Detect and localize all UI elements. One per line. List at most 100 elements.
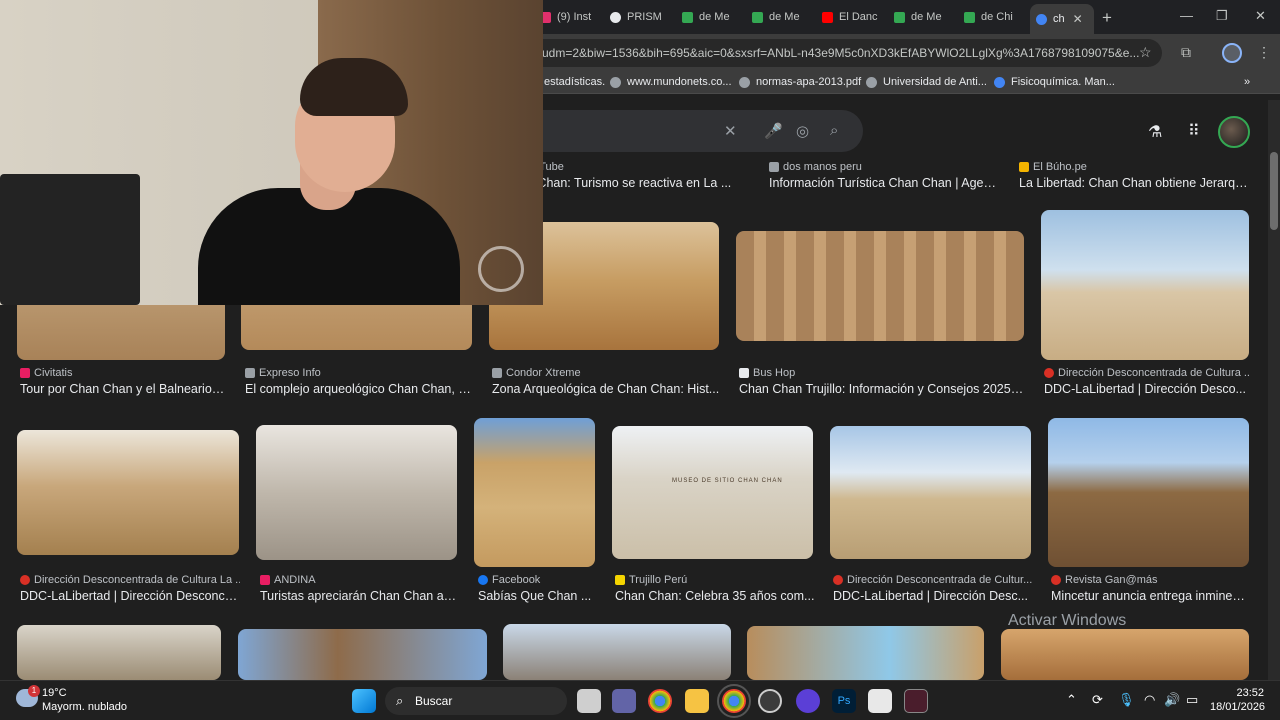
site-icon (245, 368, 255, 378)
mic-icon[interactable]: 🎤 (764, 122, 783, 140)
result-source: Trujillo Perú (615, 574, 815, 586)
bookmark-item[interactable]: www.mundonets.co... (610, 76, 732, 88)
result-title[interactable]: DDC-LaLibertad | Dirección Desco... (1044, 382, 1249, 396)
clock-time: 23:52 (1236, 687, 1264, 699)
result-image[interactable] (1041, 210, 1249, 360)
result-image[interactable] (830, 426, 1031, 559)
more-bookmarks-icon[interactable]: » (1244, 76, 1250, 88)
site-icon (833, 575, 843, 585)
result-image[interactable] (238, 629, 487, 680)
result-title[interactable]: Zona Arqueológica de Chan Chan: Hist... (492, 382, 720, 396)
bookmark-item[interactable]: normas-apa-2013.pdf (739, 76, 861, 88)
chrome-active-icon[interactable] (717, 684, 751, 718)
clock-date: 18/01/2026 (1210, 701, 1266, 713)
clear-search-icon[interactable]: ✕ (724, 122, 737, 140)
search-icon[interactable]: ⌕ (830, 122, 838, 139)
result-image[interactable]: MUSEO DE SITIO CHAN CHAN (612, 426, 813, 559)
search-icon: ⌕ (396, 693, 404, 708)
globe-icon (739, 76, 750, 88)
google-icon (994, 76, 1005, 88)
bookmark-item[interactable]: Fisicoquímica. Man... (994, 76, 1115, 88)
bookmark-star-icon[interactable]: ☆ (1139, 44, 1152, 61)
obs-icon[interactable] (758, 689, 782, 713)
tab-youtube[interactable]: El Danc (822, 6, 888, 28)
close-tab-icon[interactable]: ✕ (1073, 12, 1083, 26)
result-title[interactable]: Tour por Chan Chan y el Balneario ... (20, 382, 225, 396)
tab-instagram[interactable]: (9) Inst (540, 6, 602, 28)
restore-icon[interactable]: ❐ (1216, 8, 1228, 24)
result-title[interactable]: DDC-LaLibertad | Dirección Desc... (833, 589, 1033, 603)
new-tab-button[interactable]: + (1102, 8, 1112, 28)
weather-status[interactable]: Mayorm. nublado (42, 701, 127, 713)
minimize-icon[interactable]: — (1180, 8, 1193, 23)
result-title[interactable]: n Chan: Turismo se reactiva en La ... (527, 176, 741, 190)
result-title[interactable]: El complejo arqueológico Chan Chan, g... (245, 382, 473, 396)
result-source: Revista Gan@más (1051, 574, 1251, 586)
extensions-icon[interactable]: ⧉ (1181, 44, 1191, 61)
app-icon[interactable] (796, 689, 820, 713)
screen: { "browser": { "tabs": [ {"label": "(9) … (0, 0, 1280, 720)
profile-avatar[interactable] (1222, 43, 1242, 63)
lens-icon[interactable]: ◎ (796, 122, 809, 140)
microphone-icon[interactable]: 🎙 (1118, 692, 1135, 708)
address-bar[interactable]: udm=2&biw=1536&bih=695&aic=0&sxsrf=ANbL-… (530, 39, 1162, 67)
result-title[interactable]: Chan Chan: Celebra 35 años com... (615, 589, 815, 603)
wifi-icon[interactable]: ◠ (1144, 692, 1155, 708)
maps-pin-icon (752, 11, 763, 23)
result-title[interactable]: DDC-LaLibertad | Dirección Desconce... (20, 589, 240, 603)
tab-prism[interactable]: PRISM (610, 6, 670, 28)
result-title[interactable]: La Libertad: Chan Chan obtiene Jerarqu..… (1019, 176, 1249, 190)
taskbar-search[interactable]: Buscar (385, 687, 567, 715)
search-box[interactable]: ✕ 🎤 ◎ ⌕ (520, 110, 863, 152)
app-icon[interactable] (904, 689, 928, 713)
tab-maps-1[interactable]: de Me (682, 6, 742, 28)
result-image[interactable] (474, 418, 595, 567)
menu-icon[interactable]: ⋮ (1257, 44, 1271, 61)
result-title[interactable]: Turistas apreciarán Chan Chan a ... (260, 589, 457, 603)
result-image[interactable] (1001, 629, 1249, 680)
chrome-icon[interactable] (648, 689, 672, 713)
battery-icon[interactable]: ▭ (1186, 692, 1198, 708)
result-source: El Búho.pe (1019, 161, 1249, 173)
task-view-icon[interactable] (577, 689, 601, 713)
bookmark-item[interactable]: Universidad de Anti... (866, 76, 987, 88)
tray-chevron-icon[interactable]: ⌃ (1066, 692, 1077, 708)
taskbar-clock[interactable]: 23:52 18/01/2026 (1210, 686, 1266, 714)
result-source: dos manos peru (769, 161, 999, 173)
start-button-icon[interactable] (352, 689, 376, 713)
apps-grid-icon[interactable]: ⠿ (1188, 121, 1200, 141)
result-image[interactable] (17, 625, 221, 680)
result-title[interactable]: Sabías Que Chan ... (478, 589, 596, 603)
sync-icon[interactable]: ⟳ (1092, 692, 1103, 708)
webcam-overlay (0, 0, 543, 305)
tab-google-active[interactable]: ch ✕ (1030, 4, 1094, 34)
scrollbar-thumb[interactable] (1270, 152, 1278, 230)
tab-maps-3[interactable]: de Me (894, 6, 954, 28)
close-window-icon[interactable]: ✕ (1255, 8, 1266, 24)
teams-icon[interactable] (612, 689, 636, 713)
result-title[interactable]: Mincetur anuncia entrega inminen... (1051, 589, 1249, 603)
tab-maps-4[interactable]: de Chi (964, 6, 1024, 28)
result-image[interactable] (1048, 418, 1249, 567)
calculator-icon[interactable] (868, 689, 892, 713)
result-title[interactable]: Chan Chan Trujillo: Información y Consej… (739, 382, 1024, 396)
maps-pin-icon (964, 11, 975, 23)
tab-maps-2[interactable]: de Me (752, 6, 812, 28)
google-account-avatar[interactable] (1218, 116, 1250, 148)
result-image[interactable] (503, 624, 731, 680)
site-icon (492, 368, 502, 378)
result-image[interactable] (17, 430, 239, 555)
result-image[interactable] (256, 425, 457, 560)
result-source: Condor Xtreme (492, 367, 722, 379)
result-source: Dirección Desconcentrada de Cultura ... (1044, 367, 1249, 379)
labs-icon[interactable]: ⚗ (1148, 122, 1162, 142)
site-icon (260, 575, 270, 585)
result-image[interactable] (747, 626, 984, 680)
volume-icon[interactable]: 🔊 (1164, 692, 1180, 708)
result-image[interactable] (736, 231, 1024, 341)
file-explorer-icon[interactable] (685, 689, 709, 713)
result-title[interactable]: Información Turística Chan Chan | Agen..… (769, 176, 999, 190)
weather-temperature[interactable]: 19°C (42, 687, 67, 699)
bookmark-item[interactable]: estadísticas. (544, 76, 605, 88)
photoshop-icon[interactable]: Ps (832, 689, 856, 713)
